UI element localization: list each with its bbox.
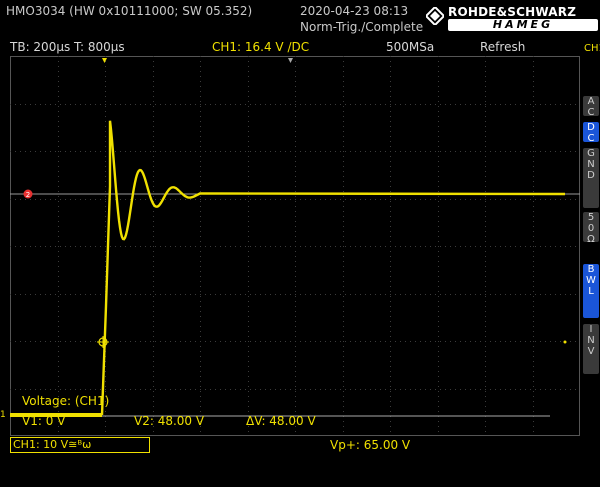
title-bar: HMO3034 (HW 0x10111000; SW 05.352) 2020-…: [0, 0, 600, 38]
vpp-measurement: Vp+: 65.00 V: [330, 438, 411, 452]
softkey-50[interactable]: 50Ω: [583, 212, 599, 245]
sample-rate-readout: 500MSa: [386, 40, 435, 54]
right-edge-dot: [563, 340, 567, 344]
softkey-gnd[interactable]: GND: [583, 148, 599, 208]
oscilloscope-graticule: 2: [10, 56, 580, 436]
acquisition-mode[interactable]: Refresh: [480, 40, 525, 54]
channel-readout[interactable]: CH1: 16.4 V /DC: [212, 40, 309, 54]
softkey-inv[interactable]: INV: [583, 324, 599, 374]
softkey-ac[interactable]: AC: [583, 96, 599, 118]
trigger-time-marker: [102, 58, 107, 63]
cursor-v1: V1: 0 V: [22, 414, 66, 428]
status-bar: TB: 200µs T: 800µs CH1: 16.4 V /DC 500MS…: [0, 38, 600, 56]
trigger-status: Norm-Trig./Complete: [300, 20, 424, 34]
grid-division-lines: [10, 56, 580, 436]
device-model: HMO3034 (HW 0x10111000; SW 05.352): [6, 4, 253, 18]
svg-text:2: 2: [26, 191, 30, 199]
softkey-bwl[interactable]: BWL: [583, 264, 599, 318]
brand-logo: ROHDE&SCHWARZ HAMEG: [424, 5, 600, 33]
cursor-v2: V2: 48.00 V: [134, 414, 205, 428]
channel-setting-box[interactable]: CH1: 10 V≅ᴮω: [10, 437, 150, 453]
signal-trace: [100, 120, 566, 416]
cursor-crosshair-icon[interactable]: [97, 336, 109, 348]
channel-offset-marker-icon[interactable]: 2: [23, 189, 33, 200]
cursor-delta-v: ΔV: 48.00 V: [246, 414, 316, 428]
brand-sub: HAMEG: [448, 19, 598, 31]
cursor-title: Voltage: (CH1): [22, 394, 110, 408]
softkey-channel-label: CH1: [584, 43, 600, 54]
timebase-readout[interactable]: TB: 200µs T: 800µs: [10, 40, 125, 54]
rs-diamond-icon: [426, 7, 444, 25]
softkey-dc[interactable]: DC: [583, 122, 599, 144]
datetime-status: 2020-04-23 08:13 Norm-Trig./Complete: [300, 3, 423, 35]
softkey-panel: AC DC GND 50Ω BWL INV: [582, 56, 600, 436]
channel-ground-marker[interactable]: 1: [0, 410, 6, 420]
datetime: 2020-04-23 08:13: [300, 4, 409, 18]
trigger-level-marker-top: [288, 58, 293, 63]
brand-name: ROHDE&SCHWARZ: [448, 5, 577, 19]
